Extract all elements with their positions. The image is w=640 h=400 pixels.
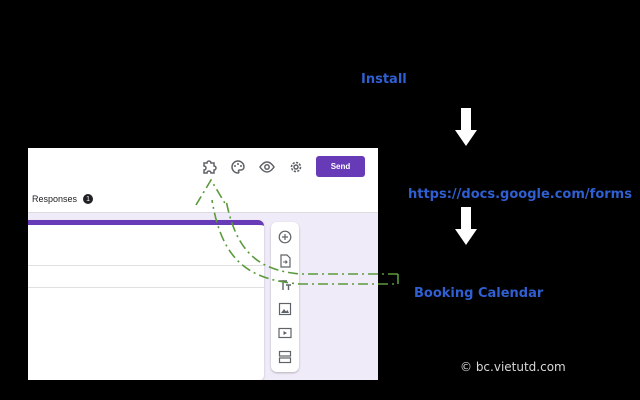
curved-arrow-icon <box>195 178 399 285</box>
